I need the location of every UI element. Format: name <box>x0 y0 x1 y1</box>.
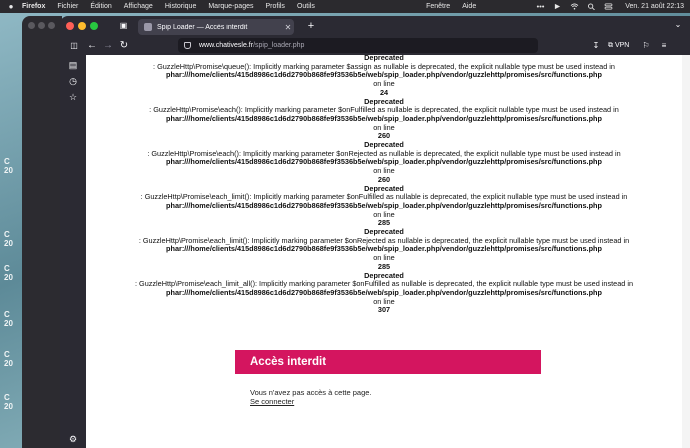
wallpaper-label: C <box>4 230 10 239</box>
wallpaper-label: 20 <box>4 166 13 175</box>
wallpaper-label: 20 <box>4 359 13 368</box>
url-bar[interactable]: www.chativesle.fr/spip_loader.php <box>178 38 538 53</box>
wallpaper-label: C <box>4 264 10 273</box>
error-title-banner: Accès interdit <box>235 350 541 374</box>
new-tab-button[interactable]: + <box>304 19 318 33</box>
wallpaper-label: 20 <box>4 239 13 248</box>
apple-icon[interactable]: ● <box>0 2 22 11</box>
close-icon[interactable]: ✕ <box>282 23 294 32</box>
login-link[interactable]: Se connecter <box>250 397 294 406</box>
wallpaper-label: C <box>4 393 10 402</box>
reload-icon[interactable]: ↻ <box>118 38 130 53</box>
window-minimize-light <box>38 22 45 29</box>
clock[interactable]: Ven. 21 août 22:13 <box>625 3 684 10</box>
browser-window: ▣ Spip Loader — Accès interdit ✕ + ⌄ ◫ ←… <box>60 16 690 448</box>
wallpaper-label: 20 <box>4 273 13 282</box>
play-icon[interactable] <box>553 3 562 10</box>
vpn-button[interactable]: ⧉ VPN <box>608 38 629 53</box>
wallpaper-label: C <box>4 310 10 319</box>
tab-bar: ▣ Spip Loader — Accès interdit ✕ + ⌄ <box>60 16 690 36</box>
tab-spip-loader[interactable]: Spip Loader — Accès interdit ✕ <box>138 19 294 35</box>
nav-bar: ◫ ← → ↻ www.chativesle.fr/spip_loader.ph… <box>60 36 690 55</box>
hamburger-menu-icon[interactable]: ≡ <box>658 38 670 53</box>
tab-title: Spip Loader — Accès interdit <box>157 23 248 31</box>
php-deprecation-log: Deprecated: GuzzleHttp\Promise\queue(): … <box>86 55 682 315</box>
menu-item[interactable]: Fenêtre <box>426 3 450 10</box>
menubar-right: Fenêtre Aide Ven. 21 août 22:13 <box>414 0 684 13</box>
history-icon[interactable]: ◷ <box>67 75 79 87</box>
favicon-icon <box>144 23 152 31</box>
url-path: /spip_loader.php <box>253 42 305 49</box>
page-content: Deprecated: GuzzleHttp\Promise\queue(): … <box>86 55 690 448</box>
menubar: ● Firefox Fichier Édition Affichage Hist… <box>0 0 690 13</box>
scrollbar[interactable] <box>682 55 690 448</box>
control-center-icon[interactable] <box>604 3 613 10</box>
window-close-light <box>28 22 35 29</box>
menu-item[interactable]: Profils <box>265 3 284 10</box>
menu-item[interactable]: Marque-pages <box>208 3 253 10</box>
wallpaper-label: 20 <box>4 319 13 328</box>
wallpaper-label: C <box>4 157 10 166</box>
window-minimize-button[interactable] <box>78 22 86 30</box>
menu-item[interactable]: Aide <box>462 3 476 10</box>
tab-overview-icon[interactable]: ▣ <box>118 21 129 31</box>
menu-item[interactable]: Édition <box>90 3 111 10</box>
wifi-icon[interactable] <box>570 3 579 10</box>
vpn-label: VPN <box>614 42 630 49</box>
bookmark-star-icon[interactable]: ☆ <box>67 91 79 103</box>
window-close-button[interactable] <box>66 22 74 30</box>
log-line-number: 307 <box>377 305 391 315</box>
status-dots-icon[interactable] <box>536 3 545 10</box>
menu-item[interactable]: Affichage <box>124 3 153 10</box>
menu-item[interactable]: Historique <box>165 3 197 10</box>
wallpaper-label: 20 <box>4 402 13 411</box>
menu-item[interactable]: Outils <box>297 3 315 10</box>
window-zoom-button[interactable] <box>90 22 98 30</box>
chevron-down-icon[interactable]: ⌄ <box>672 20 684 32</box>
window-zoom-light <box>48 22 55 29</box>
search-icon[interactable] <box>587 3 596 10</box>
error-message: Vous n'avez pas accès à cette page. <box>250 388 372 397</box>
forward-arrow-icon[interactable]: → <box>102 38 114 53</box>
background-window[interactable] <box>22 16 62 448</box>
wallpaper-label: C <box>4 350 10 359</box>
url-host: www.chativesle.fr <box>199 42 254 49</box>
gear-icon[interactable]: ⚙ <box>67 433 79 445</box>
shield-icon[interactable] <box>184 42 191 49</box>
download-icon[interactable]: ↧ <box>590 38 602 53</box>
sidebar-toggle-icon[interactable]: ◫ <box>68 38 80 53</box>
tabs-icon[interactable]: ▤ <box>67 59 79 71</box>
menu-item[interactable]: Fichier <box>57 3 78 10</box>
browser-sidebar: ▤ ◷ ☆ ⚙ <box>60 55 86 448</box>
menu-app-firefox[interactable]: Firefox <box>22 3 45 10</box>
extensions-icon[interactable]: ⚐ <box>640 38 652 53</box>
back-arrow-icon[interactable]: ← <box>86 38 98 53</box>
